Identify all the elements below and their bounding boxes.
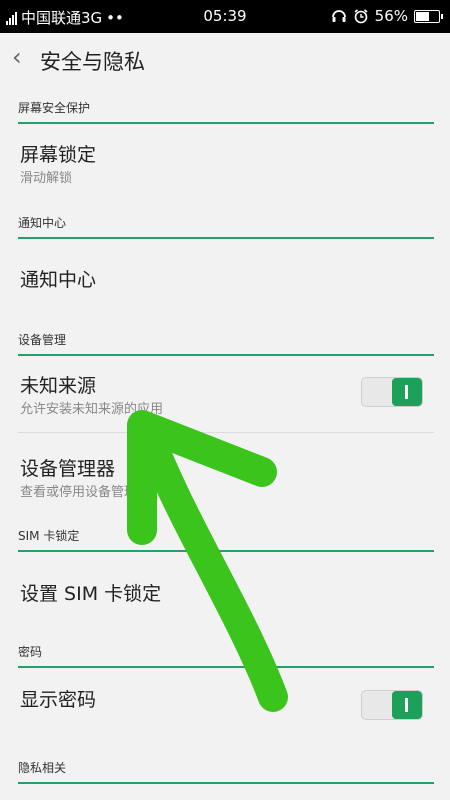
section-header-notification: 通知中心 [18, 214, 434, 239]
alarm-icon [354, 9, 368, 24]
divider [18, 432, 434, 433]
battery-percent: 56% [374, 7, 408, 25]
screen-lock-title: 屏幕锁定 [20, 144, 97, 166]
unknown-sources-title: 未知来源 [20, 375, 97, 397]
show-password-toggle[interactable] [361, 690, 423, 720]
unknown-sources-toggle[interactable] [361, 377, 423, 407]
app-header: ‹ 安全与隐私 [0, 33, 450, 89]
back-icon[interactable]: ‹ [12, 43, 22, 71]
section-header-screen-security: 屏幕安全保护 [18, 99, 434, 124]
headset-icon [331, 10, 346, 22]
page-title: 安全与隐私 [40, 50, 145, 74]
show-password-title: 显示密码 [20, 689, 97, 711]
section-header-sim-lock: SIM 卡锁定 [18, 527, 434, 552]
unknown-sources-subtitle: 允许安装未知来源的应用 [20, 402, 164, 417]
section-header-device-management: 设备管理 [18, 331, 434, 356]
screen-lock-subtitle: 滑动解锁 [20, 171, 73, 186]
sim-lock-title: 设置 SIM 卡锁定 [20, 583, 162, 605]
section-header-privacy: 隐私相关 [18, 759, 434, 784]
section-header-password: 密码 [18, 643, 434, 668]
notification-center-title: 通知中心 [20, 269, 97, 291]
battery-icon [414, 9, 443, 23]
device-admins-title: 设备管理器 [20, 458, 116, 480]
status-bar: 中国联通3G •• 05:39 56% [0, 0, 450, 33]
device-admins-subtitle: 查看或停用设备管理器 [20, 485, 151, 500]
